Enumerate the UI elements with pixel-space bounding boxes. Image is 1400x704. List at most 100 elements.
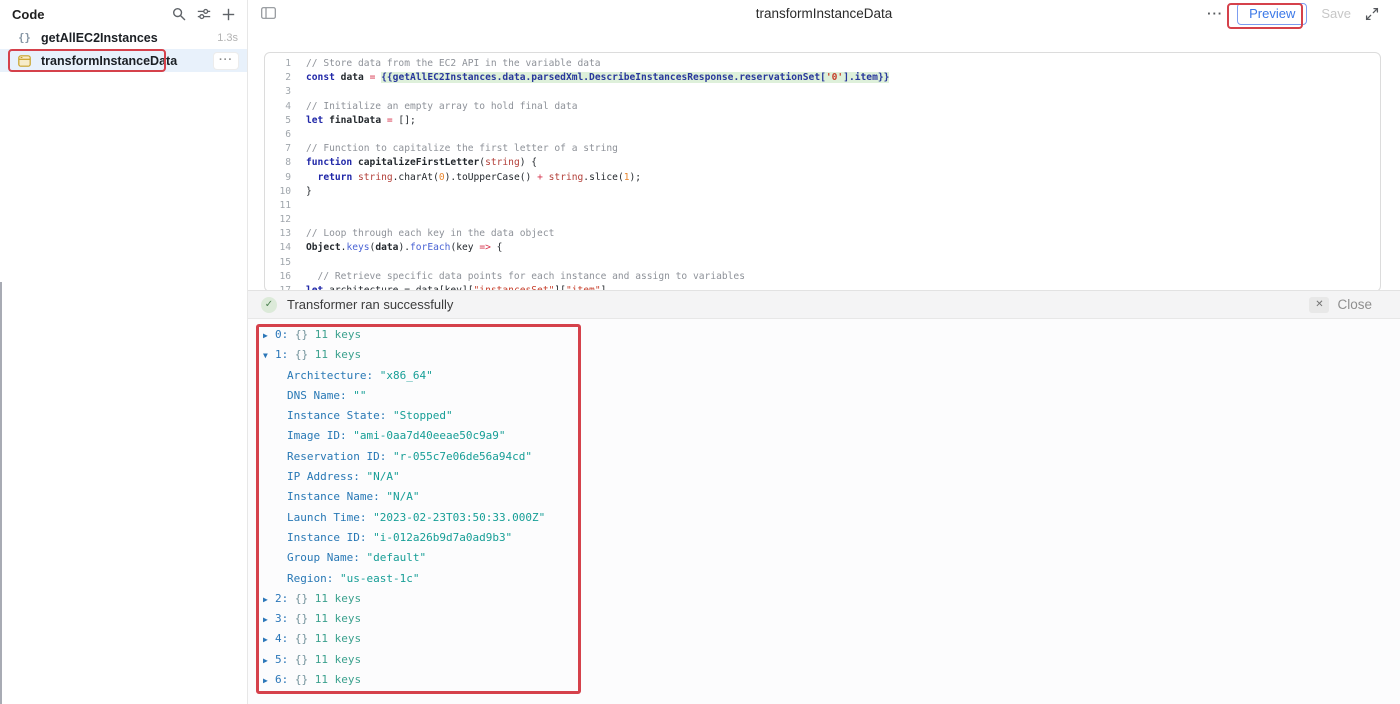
sidebar-item-transformInstanceData[interactable]: transformInstanceData··· [0, 49, 247, 72]
line-number: 1 [265, 57, 291, 71]
tree-value: "r-055c7e06de56a94cd" [393, 450, 532, 463]
tree-row-key-value: Group Name: "default" [263, 548, 1400, 568]
sidebar-item-label: getAllEC2Instances [41, 31, 158, 45]
code-text: const data = {{getAllEC2Instances.data.p… [291, 71, 889, 85]
success-check-icon: ✓ [261, 297, 277, 313]
tree-value: "Stopped" [393, 409, 453, 422]
code-text: Object.keys(data).forEach(key => { [291, 241, 502, 255]
tree-row-key-value: Instance ID: "i-012a26b9d7a0ad9b3" [263, 528, 1400, 548]
code-line[interactable]: 8function capitalizeFirstLetter(string) … [265, 156, 1380, 170]
add-icon[interactable] [222, 8, 235, 21]
code-line[interactable]: 12 [265, 213, 1380, 227]
line-number: 6 [265, 128, 291, 142]
line-number: 14 [265, 241, 291, 255]
code-text: // Initialize an empty array to hold fin… [291, 100, 577, 114]
code-line[interactable]: 16 // Retrieve specific data points for … [265, 270, 1380, 284]
code-line[interactable]: 2const data = {{getAllEC2Instances.data.… [265, 71, 1380, 85]
tree-key: Instance ID: [287, 531, 366, 544]
search-icon[interactable] [172, 7, 186, 21]
line-number: 12 [265, 213, 291, 227]
result-panel: ✓ Transformer ran successfully ✕ Close ▶… [248, 290, 1400, 704]
chevron-right-icon[interactable]: ▶ [263, 610, 275, 630]
code-line[interactable]: 7// Function to capitalize the first let… [265, 142, 1380, 156]
code-editor[interactable]: 1// Store data from the EC2 API in the v… [264, 52, 1381, 292]
tree-key: Reservation ID: [287, 450, 386, 463]
line-number: 9 [265, 171, 291, 185]
tree-row-object[interactable]: ▶0: {} 11 keys [263, 325, 1400, 345]
tree-key: Instance State: [287, 409, 386, 422]
tree-row-key-value: Launch Time: "2023-02-23T03:50:33.000Z" [263, 508, 1400, 528]
left-edge-scrollbar[interactable] [0, 282, 2, 704]
duration-badge: 1.3s [217, 32, 238, 44]
code-text [291, 213, 306, 227]
tree-braces: {} [295, 328, 308, 341]
status-message: Transformer ran successfully [287, 297, 453, 312]
tree-braces: {} [295, 348, 308, 361]
tree-key: Group Name: [287, 551, 360, 564]
code-line[interactable]: 15 [265, 256, 1380, 270]
code-text: return string.charAt(0).toUpperCase() + … [291, 171, 641, 185]
chevron-right-icon[interactable]: ▶ [263, 326, 275, 346]
tree-key-count: 11 keys [315, 328, 361, 341]
close-x-icon[interactable]: ✕ [1309, 297, 1329, 313]
code-line[interactable]: 13// Loop through each key in the data o… [265, 227, 1380, 241]
more-options-button[interactable]: ··· [1207, 6, 1223, 21]
close-button[interactable]: ✕ Close [1309, 297, 1372, 313]
tree-value: "us-east-1c" [340, 572, 419, 585]
sidebar-header: Code [0, 0, 247, 26]
tree-index: 0: [275, 328, 288, 341]
tree-index: 6: [275, 673, 288, 686]
code-line[interactable]: 5let finalData = []; [265, 114, 1380, 128]
chevron-right-icon[interactable]: ▶ [263, 651, 275, 671]
tree-row-object[interactable]: ▶2: {} 11 keys [263, 589, 1400, 609]
tree-key: Image ID: [287, 429, 347, 442]
code-text [291, 256, 306, 270]
code-text: } [291, 185, 312, 199]
transformer-icon [17, 55, 32, 67]
item-menu-button[interactable]: ··· [214, 53, 238, 69]
tree-key-count: 11 keys [315, 653, 361, 666]
tree-row-object[interactable]: ▶5: {} 11 keys [263, 650, 1400, 670]
line-number: 4 [265, 100, 291, 114]
tree-key: Launch Time: [287, 511, 366, 524]
chevron-right-icon[interactable]: ▶ [263, 671, 275, 691]
tree-row-key-value: Instance Name: "N/A" [263, 487, 1400, 507]
expand-icon[interactable] [1365, 7, 1379, 21]
tree-braces: {} [295, 632, 308, 645]
tree-row-object[interactable]: ▶4: {} 11 keys [263, 629, 1400, 649]
code-line[interactable]: 10} [265, 185, 1380, 199]
tree-row-object[interactable]: ▼1: {} 11 keys [263, 345, 1400, 365]
code-line[interactable]: 14Object.keys(data).forEach(key => { [265, 241, 1380, 255]
query-title: transformInstanceData [756, 6, 893, 21]
tree-braces: {} [295, 673, 308, 686]
line-number: 8 [265, 156, 291, 170]
preview-button[interactable]: Preview [1237, 3, 1307, 25]
line-number: 16 [265, 270, 291, 284]
chevron-right-icon[interactable]: ▶ [263, 590, 275, 610]
sidebar-item-list: {}getAllEC2Instances1.3stransformInstanc… [0, 26, 247, 72]
code-line[interactable]: 3 [265, 85, 1380, 99]
tree-key-count: 11 keys [315, 612, 361, 625]
line-number: 7 [265, 142, 291, 156]
code-line[interactable]: 4// Initialize an empty array to hold fi… [265, 100, 1380, 114]
code-line[interactable]: 11 [265, 199, 1380, 213]
tree-row-object[interactable]: ▶6: {} 11 keys [263, 670, 1400, 690]
chevron-right-icon[interactable]: ▶ [263, 630, 275, 650]
filter-sliders-icon[interactable] [197, 7, 211, 21]
sidebar-item-getAllEC2Instances[interactable]: {}getAllEC2Instances1.3s [0, 26, 247, 49]
code-line[interactable]: 6 [265, 128, 1380, 142]
line-number: 10 [265, 185, 291, 199]
result-panel-header: ✓ Transformer ran successfully ✕ Close [248, 291, 1400, 319]
save-button[interactable]: Save [1321, 6, 1351, 21]
tree-row-object[interactable]: ▶3: {} 11 keys [263, 609, 1400, 629]
panel-toggle-icon[interactable] [261, 7, 276, 19]
line-number: 13 [265, 227, 291, 241]
sidebar-title: Code [12, 7, 172, 22]
code-line[interactable]: 1// Store data from the EC2 API in the v… [265, 57, 1380, 71]
chevron-down-icon[interactable]: ▼ [263, 346, 275, 366]
tree-row-key-value: Reservation ID: "r-055c7e06de56a94cd" [263, 447, 1400, 467]
tree-row-key-value: DNS Name: "" [263, 386, 1400, 406]
code-line[interactable]: 9 return string.charAt(0).toUpperCase() … [265, 171, 1380, 185]
tree-index: 3: [275, 612, 288, 625]
code-lines: 1// Store data from the EC2 API in the v… [265, 57, 1380, 292]
